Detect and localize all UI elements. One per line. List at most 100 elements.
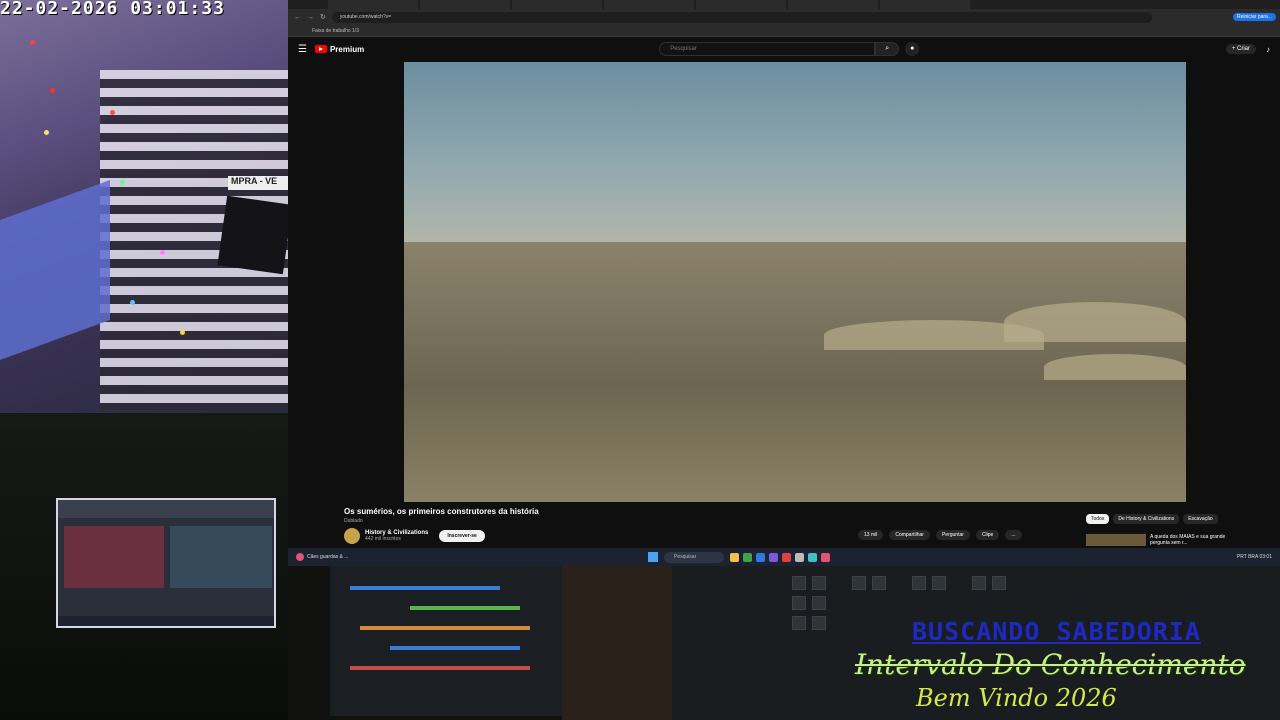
chrome-icon[interactable] bbox=[743, 552, 752, 562]
rec-thumbnail[interactable] bbox=[1086, 534, 1146, 546]
taskbar-search[interactable]: Pesquisar bbox=[664, 551, 724, 563]
secondary-monitor bbox=[56, 498, 276, 628]
video-dune bbox=[1004, 302, 1186, 342]
browser-window: ← → ↻ youtube.com/watch?v= Reiniciar par… bbox=[288, 0, 1280, 548]
daw-track bbox=[410, 606, 520, 610]
app-icon[interactable] bbox=[769, 552, 778, 562]
subscribe-button[interactable]: Inscrever-se bbox=[439, 530, 485, 542]
room-monitor bbox=[217, 195, 288, 275]
video-subtitle: Dublado bbox=[344, 518, 363, 524]
bookmark-bar[interactable]: Faixa de trabalho 1/3 bbox=[288, 25, 1280, 37]
toolbar: ← → ↻ youtube.com/watch?v= Reiniciar par… bbox=[288, 9, 1280, 25]
pad-button bbox=[812, 616, 826, 630]
webcam-view: MPRA - VE 22-02-2026 03:01:33 bbox=[0, 0, 288, 413]
pad-button bbox=[852, 576, 866, 590]
wall-panel bbox=[0, 179, 110, 361]
led-light bbox=[110, 110, 115, 115]
menu-icon[interactable]: ☰ bbox=[298, 44, 307, 55]
camera-timestamp: 22-02-2026 03:01:33 bbox=[0, 0, 225, 19]
video-actions: 13 mil Compartilhar Perguntar Clipe ... bbox=[858, 530, 1022, 540]
folder-icon[interactable] bbox=[730, 552, 739, 562]
recommendation[interactable]: A queda dos MAIAS e sua grande pergunta … bbox=[1086, 534, 1230, 546]
channel-info: History & Civilizations 442 mil inscrito… bbox=[365, 530, 428, 542]
app-icon bbox=[296, 553, 304, 561]
youtube-logo[interactable]: Premium bbox=[314, 44, 365, 54]
video-player[interactable] bbox=[404, 62, 1186, 502]
youtube-header: ☰ Premium Pesquisar ⌕ ● + Criar ♪ bbox=[288, 37, 1280, 61]
app-icon[interactable] bbox=[795, 552, 804, 562]
browser-tab[interactable] bbox=[420, 0, 510, 9]
led-light bbox=[44, 130, 49, 135]
search-input[interactable]: Pesquisar bbox=[659, 42, 876, 56]
avatar[interactable] bbox=[344, 528, 360, 544]
daw-track bbox=[350, 666, 530, 670]
bell-icon[interactable]: ♪ bbox=[1266, 45, 1270, 54]
video-dune bbox=[1044, 354, 1186, 380]
video-title: Os sumérios, os primeiros construtores d… bbox=[344, 507, 539, 516]
overlay-title: BUSCANDO SABEDORIA bbox=[912, 617, 1201, 646]
edge-icon[interactable] bbox=[756, 552, 765, 562]
led-light bbox=[160, 250, 165, 255]
daw-track bbox=[360, 626, 530, 630]
daw-track bbox=[390, 646, 520, 650]
ask-button[interactable]: Perguntar bbox=[935, 530, 970, 540]
share-button[interactable]: Compartilhar bbox=[889, 530, 930, 540]
app-icon[interactable] bbox=[821, 552, 830, 562]
create-button[interactable]: + Criar bbox=[1225, 44, 1256, 54]
like-button[interactable]: 13 mil bbox=[858, 530, 884, 540]
chip-all[interactable]: Todos bbox=[1086, 514, 1110, 524]
mini-toolbar bbox=[58, 500, 274, 518]
address-bar[interactable]: youtube.com/watch?v= bbox=[331, 11, 1152, 23]
browser-tab[interactable] bbox=[880, 0, 970, 9]
led-light bbox=[50, 88, 55, 93]
update-button[interactable]: Reiniciar para... bbox=[1232, 13, 1276, 21]
overlay-welcome: Bem Vindo 2026 bbox=[916, 684, 1117, 712]
clip-button[interactable]: Clipe bbox=[975, 530, 1000, 540]
led-light bbox=[30, 40, 35, 45]
more-button[interactable]: ... bbox=[1005, 530, 1022, 540]
record-icon[interactable] bbox=[782, 552, 791, 562]
logo-text: Premium bbox=[329, 44, 365, 54]
mini-video bbox=[64, 526, 164, 588]
pad-button bbox=[992, 576, 1006, 590]
browser-tab[interactable] bbox=[328, 0, 418, 9]
daw-track bbox=[350, 586, 500, 590]
filter-chips: Todos De History & Civilizations Escavaç… bbox=[1086, 514, 1218, 524]
browser-tab[interactable] bbox=[696, 0, 786, 9]
app-icon[interactable] bbox=[808, 552, 817, 562]
system-tray[interactable]: PRT BRA 03:01 bbox=[1237, 554, 1280, 560]
search-icon[interactable]: ⌕ bbox=[875, 42, 900, 56]
browser-tab[interactable] bbox=[788, 0, 878, 9]
youtube-play-icon bbox=[314, 45, 327, 53]
room-sign: MPRA - VE bbox=[228, 176, 288, 190]
rec-title[interactable]: A queda dos MAIAS e sua grande pergunta … bbox=[1150, 534, 1230, 546]
mini-panel bbox=[170, 526, 272, 588]
browser-tab[interactable] bbox=[604, 0, 694, 9]
browser-tab[interactable] bbox=[512, 0, 602, 9]
back-icon[interactable]: ← bbox=[294, 14, 301, 21]
pad-button bbox=[792, 596, 806, 610]
pad-button bbox=[932, 576, 946, 590]
pad-button bbox=[812, 596, 826, 610]
pad-button bbox=[812, 576, 826, 590]
led-light bbox=[180, 330, 185, 335]
mini-taskbar bbox=[58, 616, 274, 626]
pad-button bbox=[792, 576, 806, 590]
mic-icon[interactable]: ● bbox=[905, 42, 920, 56]
pad-button bbox=[972, 576, 986, 590]
start-icon[interactable] bbox=[648, 552, 658, 562]
reload-icon[interactable]: ↻ bbox=[320, 13, 326, 21]
chip-topic[interactable]: Escavação bbox=[1183, 514, 1218, 524]
chip-channel[interactable]: De History & Civilizations bbox=[1113, 514, 1180, 524]
led-light bbox=[130, 300, 135, 305]
dark-panel bbox=[562, 566, 672, 720]
media-notification[interactable]: Cães guardas & ... bbox=[288, 553, 648, 561]
channel-row: History & Civilizations 442 mil inscrito… bbox=[344, 528, 485, 544]
stream-scene: MPRA - VE 22-02-2026 03:01:33 ← → ↻ yout… bbox=[0, 0, 1280, 720]
overlay-subtitle: Intervalo Do Conhecimento bbox=[855, 648, 1246, 681]
pad-button bbox=[872, 576, 886, 590]
pad-button bbox=[912, 576, 926, 590]
led-light bbox=[120, 180, 125, 185]
tab-strip bbox=[288, 0, 1280, 9]
forward-icon[interactable]: → bbox=[307, 14, 314, 21]
